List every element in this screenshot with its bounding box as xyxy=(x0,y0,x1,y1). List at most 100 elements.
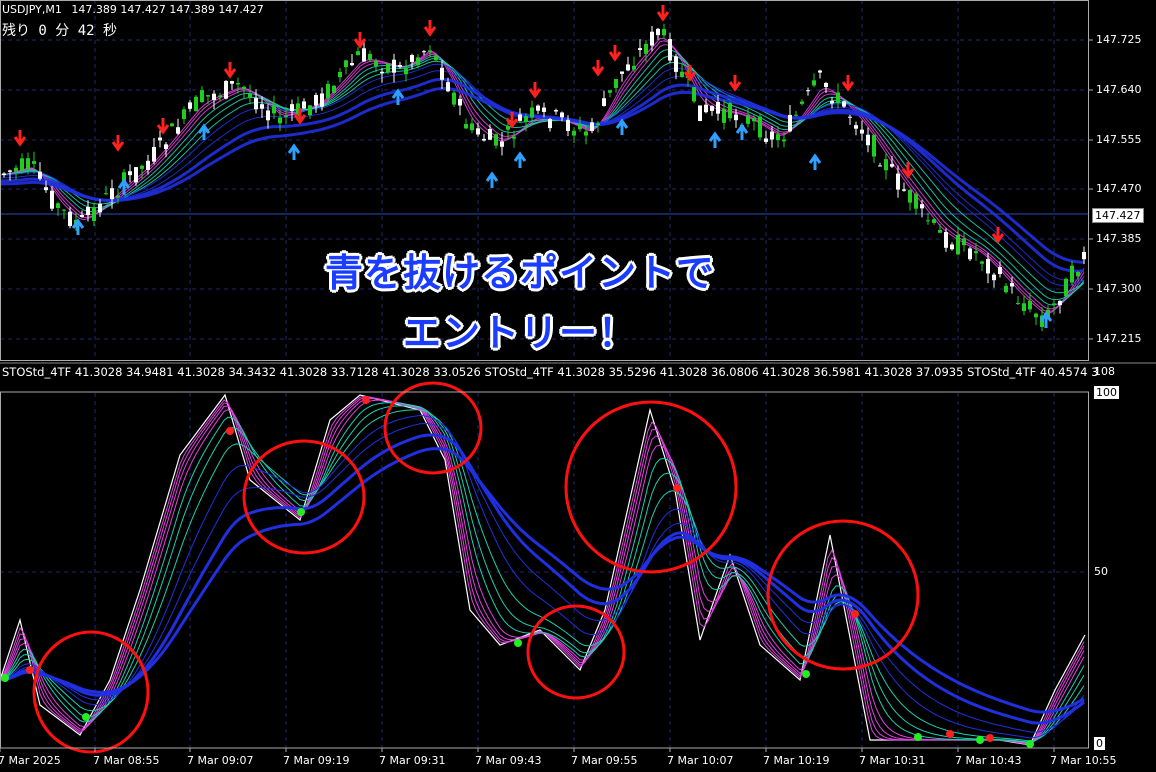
sell-signal-dot xyxy=(226,427,234,435)
sell-signal-dot xyxy=(26,666,34,674)
chart-ohlc: 147.389 147.427 147.389 147.427 xyxy=(71,3,264,16)
candle-body xyxy=(356,51,360,56)
candle-body xyxy=(224,80,228,99)
candle-body xyxy=(464,124,468,129)
buy-signal-dot xyxy=(297,508,305,516)
candle-body xyxy=(596,123,600,126)
candle-body xyxy=(422,51,426,53)
candle-body xyxy=(218,95,222,98)
stoch-signal-line xyxy=(0,397,1085,745)
candle-body xyxy=(1082,252,1086,260)
candle-body xyxy=(566,119,570,131)
indicator-tick-label: 50 xyxy=(1094,565,1108,578)
candle-body xyxy=(176,127,180,134)
buy-arrow-icon xyxy=(808,153,822,170)
candle-body xyxy=(158,137,162,141)
candle-body xyxy=(350,63,354,66)
price-tick-label: 147.215 xyxy=(1096,332,1142,345)
candle-body xyxy=(452,92,456,105)
candle-body xyxy=(272,105,276,114)
candle-body xyxy=(206,95,210,97)
candle-body xyxy=(722,108,726,123)
sell-signal-dot xyxy=(946,730,954,738)
candle-body xyxy=(572,130,576,136)
candle-body xyxy=(782,139,786,142)
candle-body xyxy=(128,171,132,176)
candle-body xyxy=(1058,300,1062,306)
candle-body xyxy=(8,170,12,172)
candle-body xyxy=(932,219,936,223)
indicator-tick-label: 100 xyxy=(1094,386,1119,399)
candle-body xyxy=(794,114,798,116)
candle-body xyxy=(458,98,462,106)
time-tick-label: 7 Mar 09:43 xyxy=(475,754,542,767)
indicator-tick-label: 0 xyxy=(1094,737,1105,750)
sell-signal-dot xyxy=(851,610,859,618)
candle-body xyxy=(434,55,438,61)
candle-body xyxy=(536,105,540,111)
indicator-frame xyxy=(0,391,1089,749)
candle-body xyxy=(98,203,102,213)
buy-signal-dot xyxy=(514,639,522,647)
buy-signal-dot xyxy=(1026,740,1034,748)
candle-body xyxy=(704,104,708,113)
candle-body xyxy=(62,209,66,211)
candle-body xyxy=(800,101,804,104)
stoch-signal-line xyxy=(0,433,1085,725)
current-price-tag: 147.427 xyxy=(1092,208,1144,223)
candle-body xyxy=(170,123,174,127)
sell-arrow-icon xyxy=(728,75,742,92)
candle-body xyxy=(2,173,6,176)
stoch-main-line xyxy=(0,393,1086,746)
candle-body xyxy=(518,114,522,121)
candle-body xyxy=(374,60,378,67)
candle-body xyxy=(254,98,258,110)
candle-body xyxy=(50,190,54,209)
candle-body xyxy=(554,110,558,112)
candle-body xyxy=(410,55,414,62)
candle-body xyxy=(326,83,330,99)
candle-body xyxy=(668,39,672,61)
candle-body xyxy=(530,107,534,118)
time-tick-label: 7 Mar 2025 xyxy=(0,754,61,767)
buy-arrow-icon xyxy=(287,143,301,160)
chart-canvas[interactable] xyxy=(0,0,1156,772)
candle-body xyxy=(86,207,90,216)
candle-body xyxy=(764,138,768,142)
candle-body xyxy=(1052,303,1056,306)
candle-body xyxy=(854,125,858,129)
candle-body xyxy=(716,101,720,114)
candle-body xyxy=(482,138,486,141)
price-tick-label: 147.300 xyxy=(1096,282,1142,295)
candle-body xyxy=(182,109,186,120)
sell-arrow-icon xyxy=(156,118,170,135)
indicator-header: STOStd_4TF 41.3028 34.9481 41.3028 34.34… xyxy=(2,365,1099,379)
sell-arrow-icon xyxy=(528,82,542,99)
sell-arrow-icon xyxy=(423,20,437,37)
candle-body xyxy=(710,106,714,111)
candle-body xyxy=(230,81,234,84)
candle-body xyxy=(488,129,492,140)
candle-body xyxy=(848,116,852,118)
candle-body xyxy=(308,105,312,116)
candle-body xyxy=(416,57,420,66)
candle-body xyxy=(92,207,96,222)
candle-body xyxy=(344,60,348,68)
candle-body xyxy=(824,82,828,87)
time-tick-label: 7 Mar 10:55 xyxy=(1050,754,1117,767)
candle-body xyxy=(620,71,624,74)
candle-body xyxy=(728,103,732,119)
candle-body xyxy=(116,195,120,198)
candle-body xyxy=(758,116,762,138)
sell-signal-dot xyxy=(986,734,994,742)
indicator-tick-label: 108 xyxy=(1094,365,1115,378)
candle-body xyxy=(770,131,774,140)
candle-body xyxy=(14,167,18,172)
candle-body xyxy=(332,85,336,93)
stoch-signal-line xyxy=(0,395,1085,745)
candle-body xyxy=(194,96,198,112)
sell-arrow-icon xyxy=(608,45,622,62)
buy-arrow-icon xyxy=(708,131,722,148)
candle-body xyxy=(152,146,156,162)
candle-body xyxy=(320,93,324,107)
